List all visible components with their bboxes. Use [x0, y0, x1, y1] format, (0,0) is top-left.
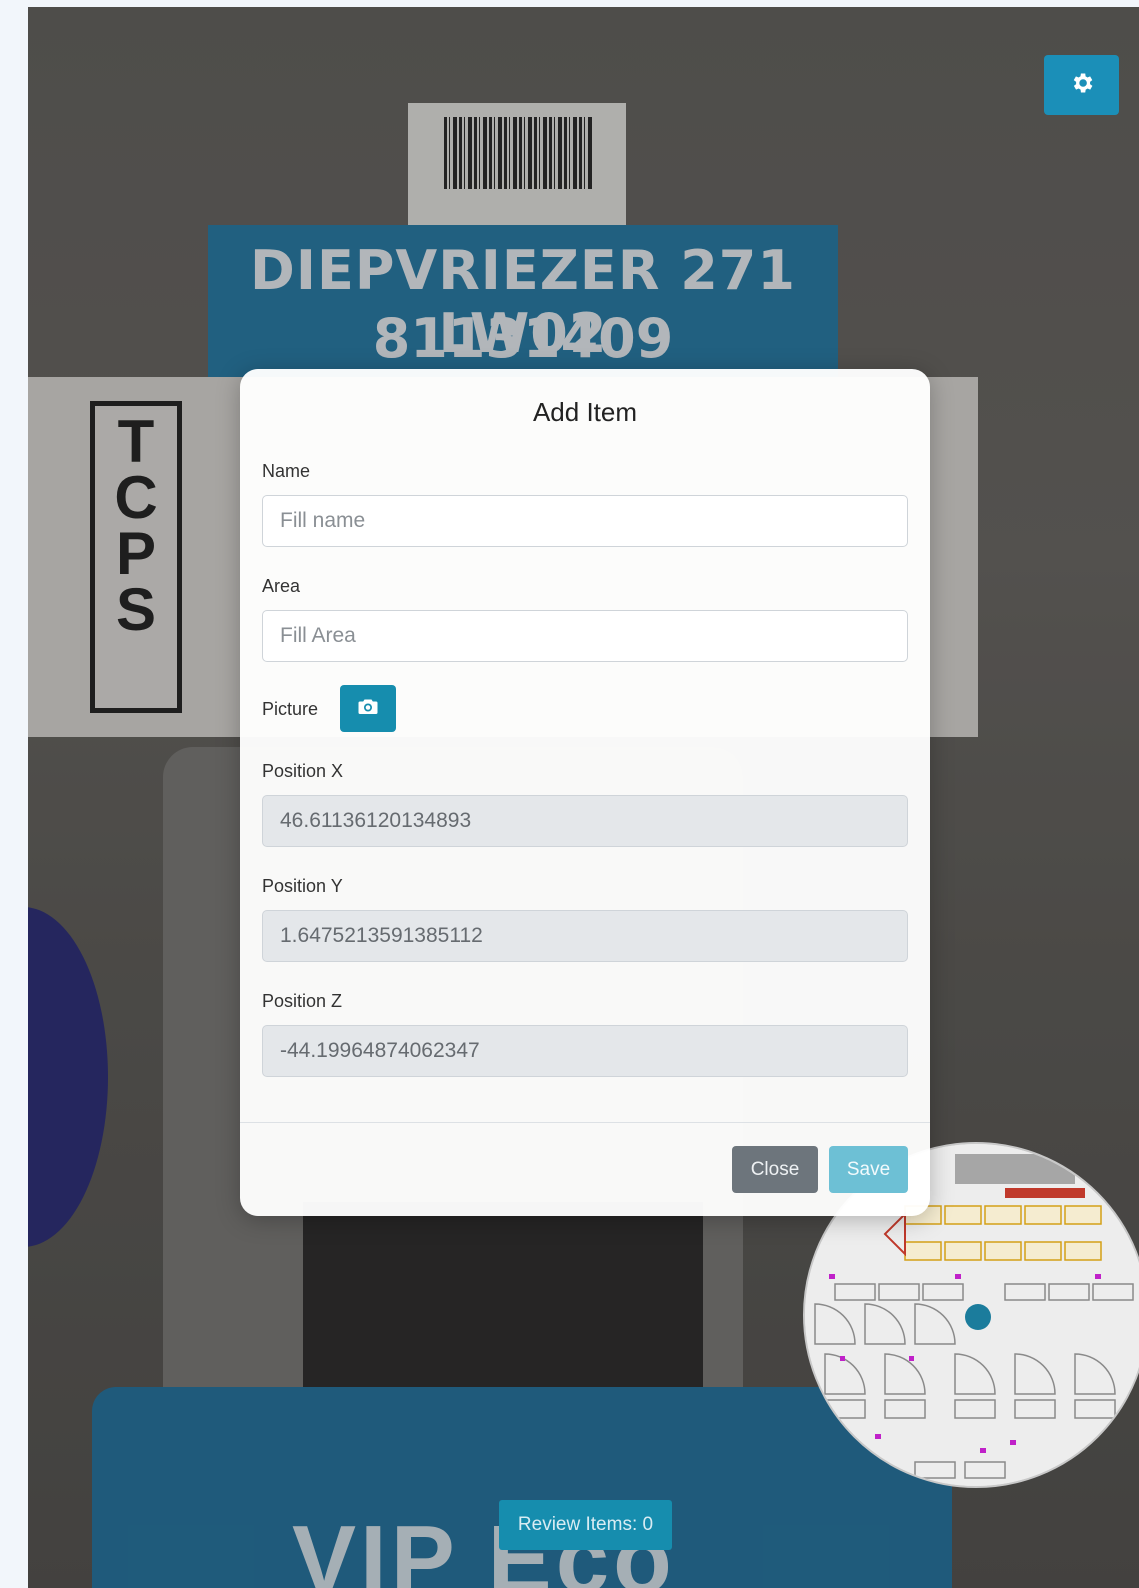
- position-y-input: [262, 910, 908, 962]
- save-button[interactable]: Save: [829, 1146, 908, 1193]
- settings-button[interactable]: [1044, 55, 1119, 115]
- position-x-label: Position X: [262, 761, 344, 781]
- current-position-marker: [965, 1304, 991, 1330]
- name-label: Name: [262, 461, 311, 481]
- name-input[interactable]: [262, 495, 908, 547]
- review-items-button[interactable]: Review Items: 0: [499, 1500, 672, 1550]
- gear-icon: [1069, 70, 1095, 101]
- dialog-title: Add Item: [532, 397, 638, 427]
- close-button[interactable]: Close: [732, 1146, 818, 1193]
- picture-label: Picture: [262, 699, 319, 719]
- take-picture-button[interactable]: [340, 685, 396, 732]
- area-label: Area: [262, 576, 301, 596]
- position-x-input: [262, 795, 908, 847]
- area-input[interactable]: [262, 610, 908, 662]
- camera-icon: [358, 698, 378, 720]
- position-z-input: [262, 1025, 908, 1077]
- position-y-label: Position Y: [262, 876, 343, 896]
- add-item-dialog: Add Item Name Area Picture Position X Po…: [240, 369, 930, 1216]
- footer-divider: [240, 1122, 930, 1123]
- position-z-label: Position Z: [262, 991, 343, 1011]
